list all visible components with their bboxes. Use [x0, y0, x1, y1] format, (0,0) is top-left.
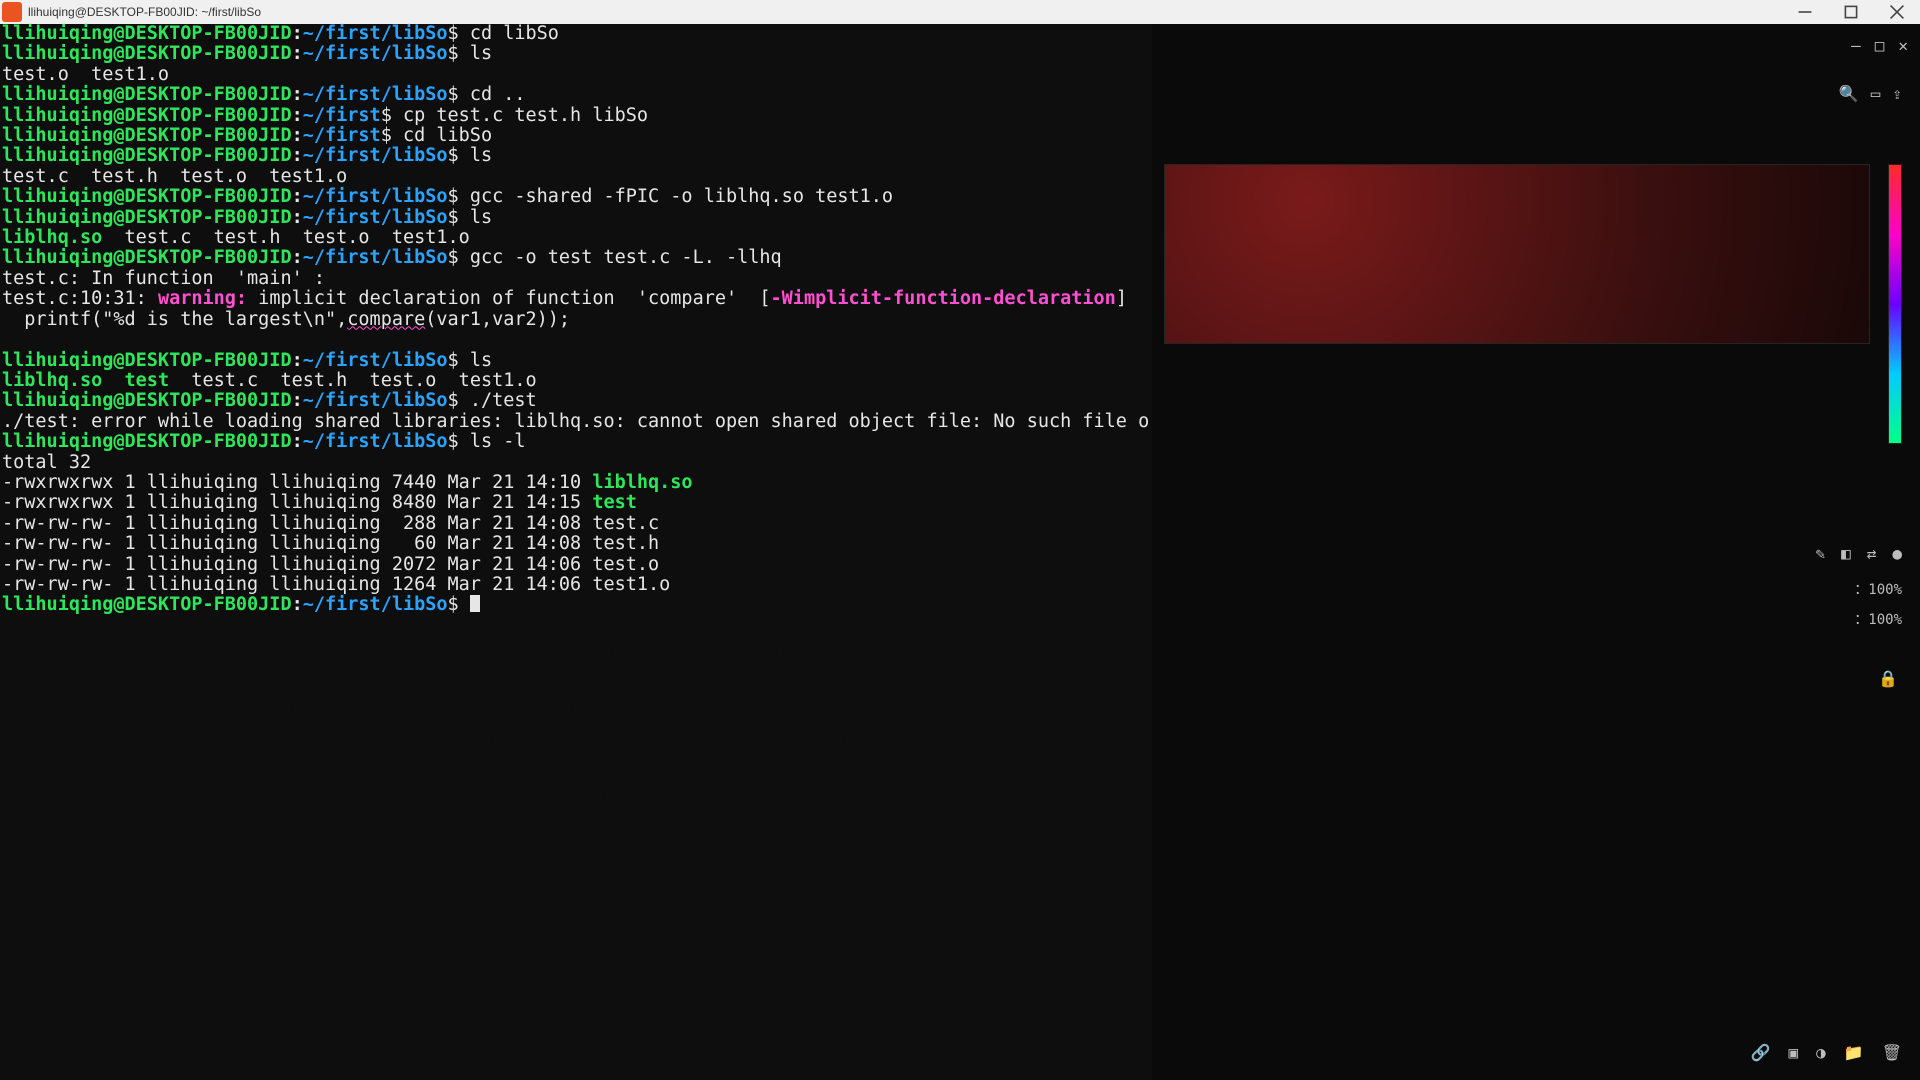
terminal-line: total 32	[2, 453, 1150, 473]
close-button[interactable]	[1874, 0, 1920, 24]
terminal-line: llihuiqing@DESKTOP-FB00JID:~/first/libSo…	[2, 208, 1150, 228]
cursor	[470, 595, 480, 612]
terminal-line: liblhq.so test.c test.h test.o test1.o	[2, 228, 1150, 248]
terminal-line: llihuiqing@DESKTOP-FB00JID:~/first/libSo…	[2, 24, 1150, 44]
terminal-line: llihuiqing@DESKTOP-FB00JID:~/first/libSo…	[2, 595, 1150, 615]
crop-icon[interactable]: ▭	[1871, 84, 1881, 103]
terminal-line: -rw-rw-rw- 1 llihuiqing llihuiqing 1264 …	[2, 575, 1150, 595]
folder-icon[interactable]: 📁	[1844, 1043, 1864, 1062]
dot-icon: ●	[1892, 544, 1902, 563]
terminal-line: test.o test1.o	[2, 65, 1150, 85]
window-titlebar: llihuiqing@DESKTOP-FB00JID: ~/first/libS…	[0, 0, 1920, 24]
panel-minimize-icon[interactable]: —	[1851, 36, 1861, 55]
share-icon[interactable]: ⇪	[1892, 84, 1902, 103]
terminal-line: llihuiqing@DESKTOP-FB00JID:~/first/libSo…	[2, 351, 1150, 371]
terminal-line	[2, 330, 1150, 350]
opacity-value: ：100%	[1854, 579, 1902, 599]
layer-icon[interactable]: ▣	[1788, 1043, 1798, 1062]
panel-close-icon[interactable]: ✕	[1898, 36, 1908, 55]
terminal-line: printf("%d is the largest\n",compare(var…	[2, 310, 1150, 330]
terminal-line: -rwxrwxrwx 1 llihuiqing llihuiqing 8480 …	[2, 493, 1150, 513]
terminal-line: llihuiqing@DESKTOP-FB00JID:~/first/libSo…	[2, 391, 1150, 411]
maximize-button[interactable]	[1828, 0, 1874, 24]
side-app-panel: — □ ✕ 🔍 ▭ ⇪ ✎ ◧ ⇄ ● ：100% ：100% 🔒 🔗 ▣ ◑ …	[1152, 24, 1920, 1080]
terminal-line: llihuiqing@DESKTOP-FB00JID:~/first/libSo…	[2, 44, 1150, 64]
ubuntu-icon	[2, 2, 22, 22]
terminal-line: llihuiqing@DESKTOP-FB00JID:~/first/libSo…	[2, 146, 1150, 166]
panel-maximize-icon[interactable]: □	[1875, 36, 1885, 55]
terminal-line: -rwxrwxrwx 1 llihuiqing llihuiqing 7440 …	[2, 473, 1150, 493]
terminal-line: llihuiqing@DESKTOP-FB00JID:~/first/libSo…	[2, 187, 1150, 207]
terminal-line: -rw-rw-rw- 1 llihuiqing llihuiqing 288 M…	[2, 514, 1150, 534]
terminal-line: llihuiqing@DESKTOP-FB00JID:~/first/libSo…	[2, 432, 1150, 452]
terminal-line: ./test: error while loading shared libra…	[2, 412, 1150, 432]
terminal-line: llihuiqing@DESKTOP-FB00JID:~/first/libSo…	[2, 248, 1150, 268]
terminal-line: -rw-rw-rw- 1 llihuiqing llihuiqing 2072 …	[2, 555, 1150, 575]
terminal-line: liblhq.so test test.c test.h test.o test…	[2, 371, 1150, 391]
search-icon[interactable]: 🔍	[1839, 84, 1859, 103]
terminal-line: test.c: In function 'main' :	[2, 269, 1150, 289]
terminal[interactable]: llihuiqing@DESKTOP-FB00JID:~/first/libSo…	[0, 24, 1152, 1080]
lock-icon[interactable]: 🔒	[1878, 669, 1898, 688]
mask-icon[interactable]: ◑	[1816, 1043, 1826, 1062]
eyedropper-icon[interactable]: ✎	[1815, 544, 1825, 563]
terminal-line: llihuiqing@DESKTOP-FB00JID:~/first$ cd l…	[2, 126, 1150, 146]
palette-icon[interactable]: ◧	[1841, 544, 1851, 563]
link-icon[interactable]: 🔗	[1751, 1043, 1771, 1062]
terminal-line: llihuiqing@DESKTOP-FB00JID:~/first$ cp t…	[2, 106, 1150, 126]
terminal-line: test.c test.h test.o test1.o	[2, 167, 1150, 187]
hue-slider[interactable]	[1888, 164, 1902, 444]
window-title: llihuiqing@DESKTOP-FB00JID: ~/first/libS…	[28, 5, 261, 19]
color-preview[interactable]	[1164, 164, 1870, 344]
fill-value: ：100%	[1854, 609, 1902, 629]
terminal-line: test.c:10:31: warning: implicit declarat…	[2, 289, 1150, 309]
minimize-button[interactable]	[1782, 0, 1828, 24]
terminal-line: llihuiqing@DESKTOP-FB00JID:~/first/libSo…	[2, 85, 1150, 105]
terminal-line: -rw-rw-rw- 1 llihuiqing llihuiqing 60 Ma…	[2, 534, 1150, 554]
trash-icon[interactable]: 🗑	[1882, 1043, 1902, 1062]
swap-icon[interactable]: ⇄	[1867, 544, 1877, 563]
